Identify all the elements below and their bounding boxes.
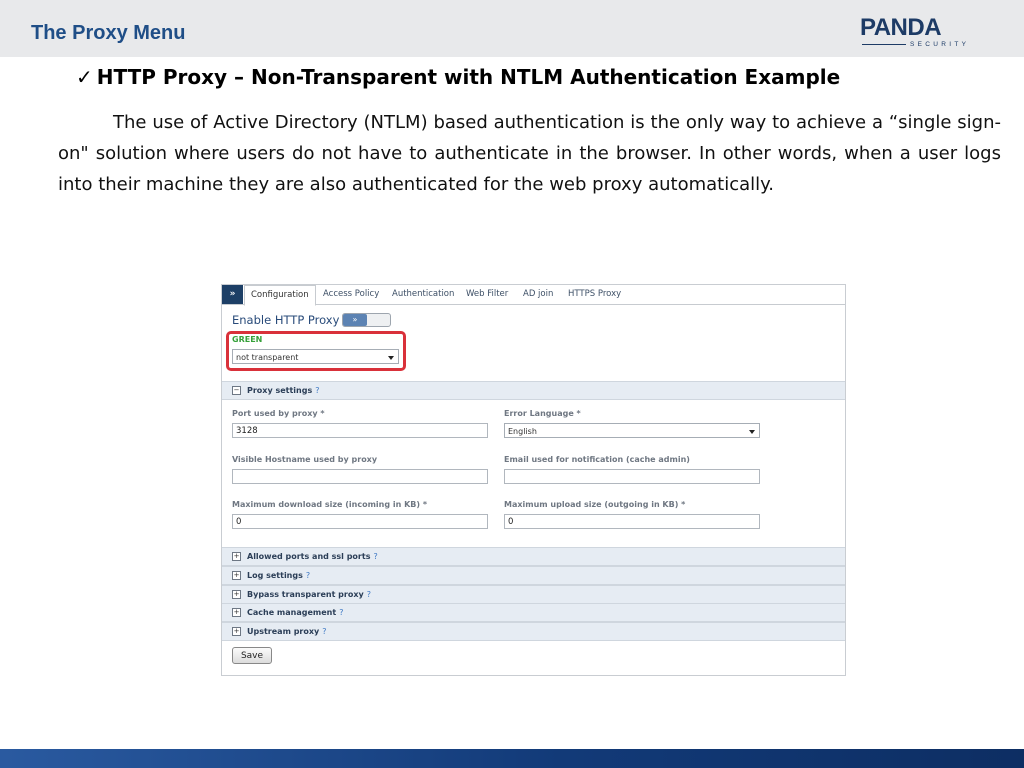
max-download-input[interactable]: 0 [232, 514, 488, 529]
section-title: Cache management [247, 608, 337, 617]
slide-heading: ✓ HTTP Proxy – Non-Transparent with NTLM … [76, 65, 840, 89]
section-cache-management[interactable]: + Cache management? [222, 603, 845, 622]
section-upstream-proxy[interactable]: + Upstream proxy? [222, 622, 845, 641]
heading-text: HTTP Proxy – Non-Transparent with NTLM A… [96, 65, 841, 89]
section-log-settings[interactable]: + Log settings? [222, 566, 845, 585]
expand-icon[interactable]: + [232, 608, 241, 617]
enable-http-proxy-toggle[interactable]: » [342, 313, 391, 327]
tab-scroll-button[interactable]: » [222, 285, 243, 304]
email-label: Email used for notification (cache admin… [504, 455, 690, 464]
highlight-box [226, 331, 406, 371]
tab-https-proxy[interactable]: HTTPS Proxy [568, 285, 621, 304]
port-label: Port used by proxy * [232, 409, 325, 418]
proxy-settings-title: Proxy settings? [247, 386, 320, 395]
tab-access-policy[interactable]: Access Policy [323, 285, 379, 304]
error-language-value: English [508, 427, 537, 436]
tab-authentication[interactable]: Authentication [392, 285, 454, 304]
expand-icon[interactable]: + [232, 590, 241, 599]
slide-title: The Proxy Menu [31, 22, 186, 44]
collapse-icon[interactable]: − [232, 386, 241, 395]
port-input[interactable]: 3128 [232, 423, 488, 438]
expand-icon[interactable]: + [232, 571, 241, 580]
expand-icon[interactable]: + [232, 552, 241, 561]
help-icon[interactable]: ? [322, 627, 326, 636]
max-upload-input[interactable]: 0 [504, 514, 760, 529]
error-language-label: Error Language * [504, 409, 581, 418]
section-title: Allowed ports and ssl ports [247, 552, 371, 561]
tab-bar: » Configuration Access Policy Authentica… [222, 285, 845, 306]
help-icon[interactable]: ? [315, 386, 319, 395]
hostname-label: Visible Hostname used by proxy [232, 455, 378, 464]
help-icon[interactable]: ? [367, 590, 371, 599]
section-allowed-ports[interactable]: + Allowed ports and ssl ports? [222, 547, 845, 566]
hostname-input[interactable] [232, 469, 488, 484]
save-button[interactable]: Save [232, 647, 272, 664]
section-title: Upstream proxy [247, 627, 320, 636]
help-icon[interactable]: ? [373, 552, 377, 561]
tab-web-filter[interactable]: Web Filter [466, 285, 508, 304]
email-input[interactable] [504, 469, 760, 484]
logo-line [862, 44, 906, 45]
expand-icon[interactable]: + [232, 627, 241, 636]
section-bypass-transparent-proxy[interactable]: + Bypass transparent proxy? [222, 585, 845, 604]
tab-configuration[interactable]: Configuration [244, 285, 316, 306]
tab-ad-join[interactable]: AD join [523, 285, 553, 304]
help-icon[interactable]: ? [339, 608, 343, 617]
chevron-down-icon [749, 430, 755, 434]
section-title: Bypass transparent proxy [247, 590, 364, 599]
slide-paragraph: The use of Active Directory (NTLM) based… [58, 112, 1001, 195]
enable-http-proxy-label: Enable HTTP Proxy [232, 313, 340, 327]
logo-sub: SECURITY [910, 41, 970, 48]
slide-footer-bar [0, 749, 1024, 768]
error-language-select[interactable]: English [504, 423, 760, 438]
help-icon[interactable]: ? [306, 571, 310, 580]
panda-security-logo: PANDA SECURITY [860, 14, 972, 49]
toggle-knob: » [343, 314, 367, 326]
proxy-config-screenshot: » Configuration Access Policy Authentica… [221, 284, 846, 676]
max-upload-label: Maximum upload size (outgoing in KB) * [504, 500, 686, 509]
checkmark-icon: ✓ [76, 65, 93, 89]
max-download-label: Maximum download size (incoming in KB) * [232, 500, 428, 509]
proxy-settings-header[interactable]: − Proxy settings? [222, 381, 845, 400]
section-title: Log settings [247, 571, 303, 580]
logo-word: PANDA [860, 14, 942, 41]
